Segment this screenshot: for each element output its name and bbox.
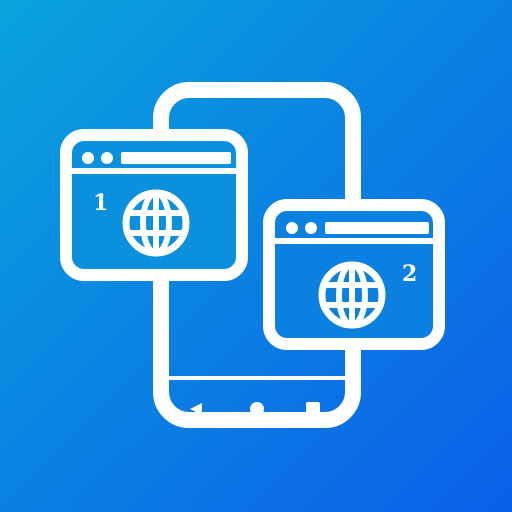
window-number-1: 1 (93, 190, 108, 216)
phone-screen-divider (161, 376, 353, 380)
window-number-2: 2 (402, 261, 417, 287)
home-icon (250, 402, 264, 416)
app-icon: 1 2 (0, 0, 512, 512)
recents-icon (306, 402, 320, 416)
browser-window-1: 1 (60, 129, 248, 281)
browser-window-2: 2 (263, 199, 445, 350)
